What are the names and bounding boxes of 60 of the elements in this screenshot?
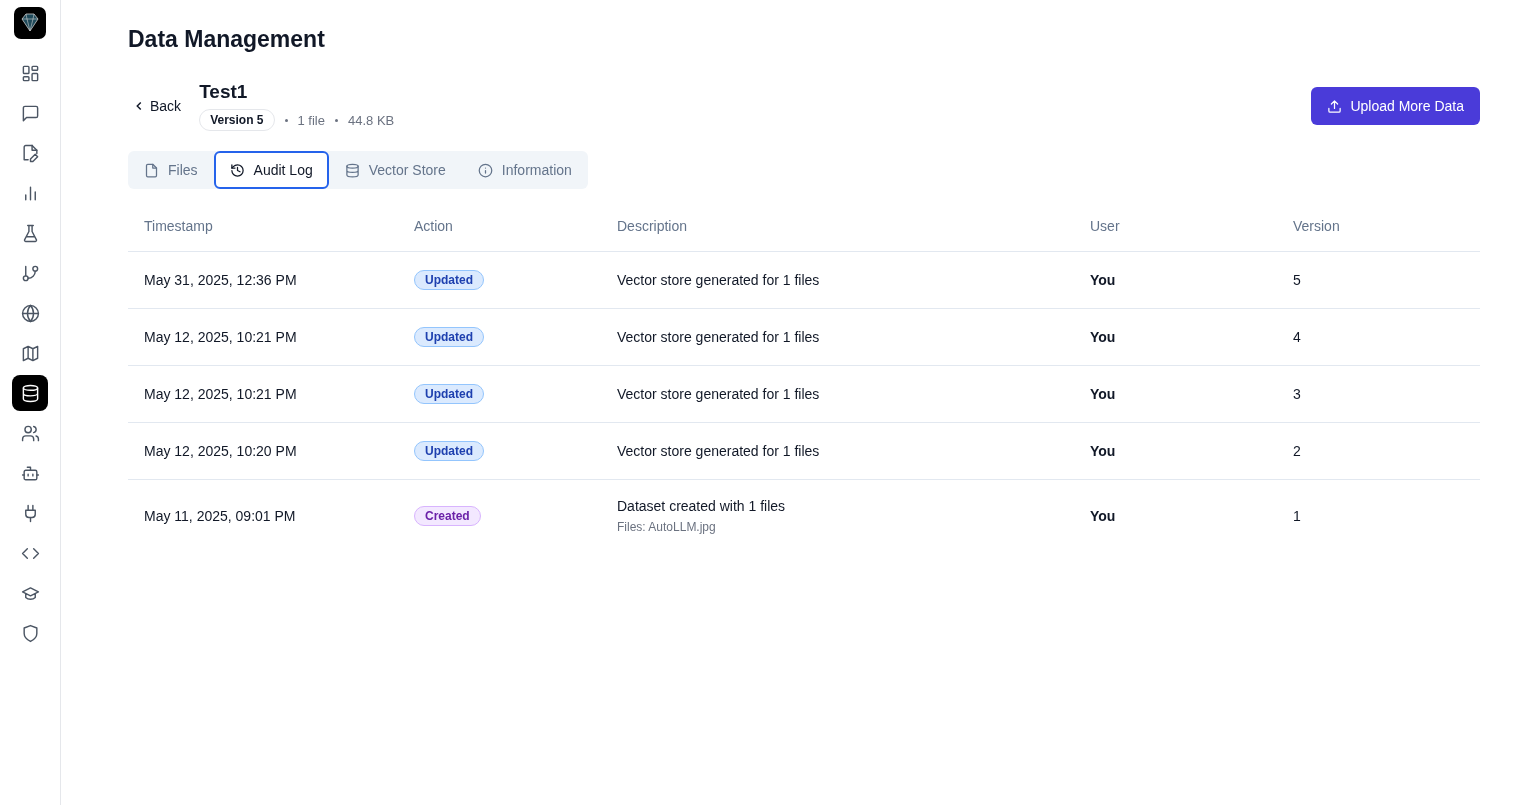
upload-icon (1327, 98, 1343, 114)
description: Vector store generated for 1 files (617, 329, 821, 345)
user-name: You (1090, 386, 1116, 402)
version-number: 5 (1293, 272, 1301, 288)
user-name: You (1090, 329, 1116, 345)
version-number: 3 (1293, 386, 1301, 402)
column-header: Timestamp (128, 201, 398, 252)
description: Vector store generated for 1 files (617, 386, 821, 402)
timestamp: May 12, 2025, 10:20 PM (144, 443, 297, 459)
column-header: Version (1277, 201, 1480, 252)
column-header: User (1074, 201, 1277, 252)
action-badge: Updated (414, 327, 484, 347)
page-title: Data Management (128, 26, 326, 53)
version-number: 4 (1293, 329, 1301, 345)
chat-bubble-icon (20, 103, 40, 123)
separator-dot (334, 118, 338, 122)
user-name: You (1090, 272, 1116, 288)
robot-icon (20, 463, 40, 483)
database-icon (344, 162, 360, 178)
globe-icon (20, 303, 40, 323)
dataset-name: Test1 (199, 81, 249, 103)
description: Dataset created with 1 files (617, 498, 787, 514)
shield-icon (20, 623, 40, 643)
tab[interactable]: Information (461, 151, 588, 189)
tab[interactable]: Files (128, 151, 214, 189)
action-badge: Updated (414, 441, 484, 461)
version-number: 2 (1293, 443, 1301, 459)
users-icon (20, 423, 40, 443)
file-count: 1 file (297, 112, 325, 128)
dataset-size: 44.8 KB (347, 112, 395, 128)
file-pen-icon (20, 143, 40, 163)
diamond-logo-icon (14, 7, 46, 39)
version-number: 1 (1293, 508, 1301, 524)
tab[interactable]: Vector Store (328, 151, 462, 189)
upload-button[interactable]: Upload More Data (1311, 87, 1480, 125)
user-name: You (1090, 443, 1116, 459)
map-icon (20, 343, 40, 363)
timestamp: May 11, 2025, 09:01 PM (144, 508, 296, 524)
description: Vector store generated for 1 files (617, 272, 821, 288)
tab[interactable]: Audit Log (213, 151, 329, 189)
sidebar-item[interactable] (12, 375, 48, 411)
action-badge: Created (414, 506, 481, 526)
grid-icon (20, 63, 40, 83)
description: Vector store generated for 1 files (617, 443, 821, 459)
timestamp: May 12, 2025, 10:21 PM (144, 386, 297, 402)
back-button[interactable]: Back (128, 92, 186, 120)
file-icon (144, 162, 159, 178)
action-badge: Updated (414, 270, 484, 290)
action-badge: Updated (414, 384, 484, 404)
column-header: Description (601, 201, 1074, 252)
history-icon (229, 162, 245, 178)
info-icon (477, 162, 493, 178)
timestamp: May 12, 2025, 10:21 PM (144, 329, 297, 345)
database-icon (20, 383, 40, 403)
timestamp: May 31, 2025, 12:36 PM (144, 272, 297, 288)
separator-dot (284, 118, 288, 122)
file-note: Files: AutoLLM.jpg (617, 520, 717, 534)
branch-icon (20, 263, 40, 283)
user-name: You (1090, 508, 1116, 524)
column-header: Action (398, 201, 601, 252)
